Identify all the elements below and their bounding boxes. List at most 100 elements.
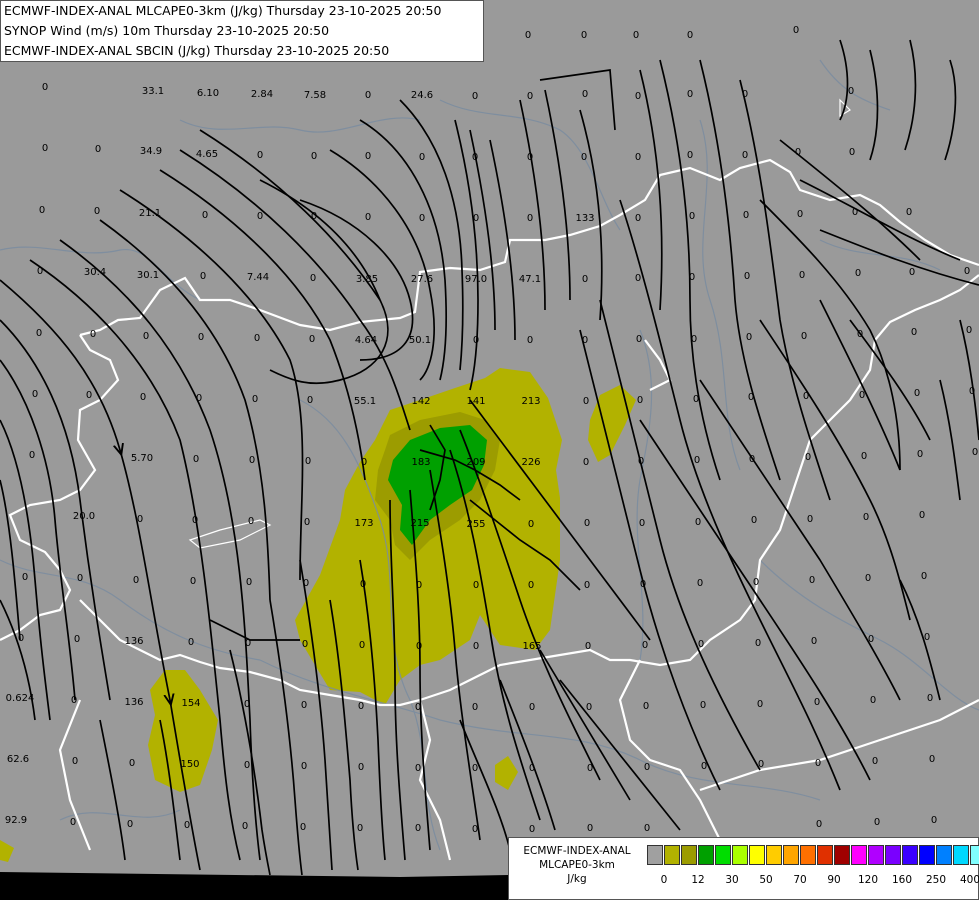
station-value: 27.6: [411, 274, 433, 285]
station-value: 0: [814, 697, 820, 708]
station-value: 183: [411, 457, 430, 468]
legend-tick-label: 400: [959, 874, 979, 886]
station-value: 0: [797, 209, 803, 220]
station-value: 6.10: [197, 88, 219, 99]
station-value: 0: [744, 271, 750, 282]
station-value: 30.1: [137, 270, 159, 281]
station-value: 0: [18, 633, 24, 644]
station-value: 0: [587, 823, 593, 834]
station-value: 0: [32, 389, 38, 400]
weather-map[interactable]: 030.6000000033.16.102.847.58024.60000000…: [0, 0, 979, 900]
station-value: 30.4: [84, 267, 106, 278]
legend-swatch: [936, 845, 952, 865]
station-value: 0: [966, 325, 972, 336]
station-value: 0: [748, 392, 754, 403]
station-value: 0: [365, 90, 371, 101]
station-value: 0: [254, 333, 260, 344]
station-value: 0: [698, 639, 704, 650]
station-value: 0: [365, 151, 371, 162]
station-value: 0: [301, 761, 307, 772]
station-value: 0: [358, 762, 364, 773]
station-value: 0: [586, 702, 592, 713]
station-value: 47.1: [519, 274, 541, 285]
station-value: 0: [809, 575, 815, 586]
station-value: 0: [192, 515, 198, 526]
legend-swatch: [749, 845, 765, 865]
station-value: 97.0: [465, 274, 487, 285]
station-value: 92.9: [5, 815, 27, 826]
station-value: 0: [582, 89, 588, 100]
legend-swatch: [732, 845, 748, 865]
station-value: 0: [310, 273, 316, 284]
station-value: 0: [637, 395, 643, 406]
station-value: 165: [522, 641, 541, 652]
station-value: 0: [365, 212, 371, 223]
station-value: 0: [70, 817, 76, 828]
station-value: 209: [466, 457, 485, 468]
station-value: 0: [909, 267, 915, 278]
station-value: 0: [473, 580, 479, 591]
station-value: 0: [71, 695, 77, 706]
station-value: 0: [746, 332, 752, 343]
station-value: 0: [36, 328, 42, 339]
station-value: 142: [411, 396, 430, 407]
station-value: 0: [246, 577, 252, 588]
legend-tick-label: 30: [725, 874, 739, 886]
station-value: 0: [803, 391, 809, 402]
station-value: 0: [528, 519, 534, 530]
header-line-mlcape: ECMWF-INDEX-ANAL MLCAPE0-3km (J/kg) Thur…: [4, 3, 442, 18]
legend-swatch: [681, 845, 697, 865]
color-legend: ECMWF-INDEX-ANAL MLCAPE0-3km J/kg 0 12 30 5…: [508, 837, 979, 900]
station-value: 0: [644, 823, 650, 834]
station-value: 0: [751, 515, 757, 526]
header-line-sbcin: ECMWF-INDEX-ANAL SBCIN (J/kg) Thursday 2…: [4, 43, 390, 58]
station-value: 0: [143, 331, 149, 342]
station-value: 0: [472, 763, 478, 774]
station-value: 0: [865, 573, 871, 584]
station-value: 0: [202, 210, 208, 221]
station-value: 136: [124, 636, 143, 647]
station-value: 0: [419, 152, 425, 163]
station-value: 0: [638, 456, 644, 467]
station-value: 0: [361, 457, 367, 468]
station-value: 0: [249, 455, 255, 466]
station-value: 0: [415, 823, 421, 834]
station-value: 0: [691, 334, 697, 345]
station-value: 0: [37, 266, 43, 277]
station-value: 55.1: [354, 396, 376, 407]
station-value: 0: [29, 450, 35, 461]
station-value: 0: [753, 577, 759, 588]
station-value: 0: [584, 580, 590, 591]
station-value: 0: [870, 695, 876, 706]
station-value: 34.9: [140, 146, 162, 157]
station-value: 0: [140, 392, 146, 403]
station-value: 133: [575, 213, 594, 224]
station-value: 0: [525, 30, 531, 41]
legend-tick-label: 120: [857, 874, 879, 886]
legend-swatch: [953, 845, 969, 865]
station-value: 136: [124, 697, 143, 708]
station-value: 0: [972, 447, 978, 458]
station-value: 0: [816, 819, 822, 830]
station-value: 0: [307, 395, 313, 406]
station-value: 0: [303, 578, 309, 589]
station-value: 0: [581, 152, 587, 163]
station-value: 0: [811, 636, 817, 647]
legend-swatch: [783, 845, 799, 865]
station-value: 0: [859, 390, 865, 401]
station-value: 0: [527, 335, 533, 346]
station-value: 0: [640, 579, 646, 590]
station-value: 173: [354, 518, 373, 529]
station-value: 0: [693, 394, 699, 405]
station-value: 0: [642, 640, 648, 651]
station-value: 0: [358, 701, 364, 712]
legend-swatch: [664, 845, 680, 865]
station-value: 0: [473, 335, 479, 346]
station-value: 0: [311, 211, 317, 222]
legend-title-1: ECMWF-INDEX-ANAL: [523, 845, 631, 857]
legend-swatch: [715, 845, 731, 865]
station-value: 0: [529, 824, 535, 835]
station-value: 0: [929, 754, 935, 765]
legend-tick-label: 12: [691, 874, 705, 886]
legend-tick-label: 250: [925, 874, 947, 886]
